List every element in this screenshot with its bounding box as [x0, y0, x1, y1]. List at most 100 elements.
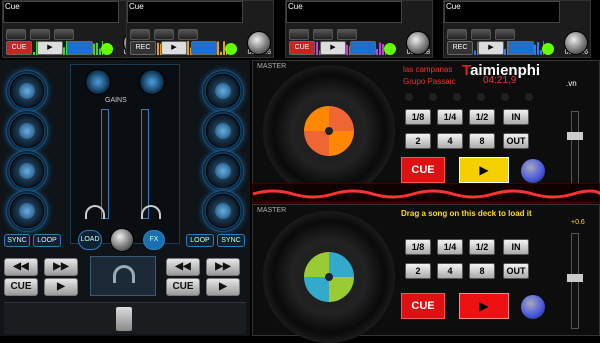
volume-fader-left[interactable]	[101, 109, 109, 219]
gain-knob[interactable]	[406, 31, 430, 55]
eq-knob[interactable]	[6, 190, 48, 232]
crossfader-track[interactable]	[4, 302, 246, 334]
eq-knob[interactable]	[6, 150, 48, 192]
sync-orb[interactable]	[521, 159, 545, 183]
mini-button[interactable]	[447, 29, 467, 40]
mini-button[interactable]	[154, 29, 174, 40]
headphone-icon[interactable]	[113, 265, 135, 283]
mini-button[interactable]	[6, 29, 26, 40]
loop-button[interactable]	[67, 41, 93, 55]
volume-fader-right[interactable]	[141, 109, 149, 219]
eq-knob[interactable]	[6, 70, 48, 112]
mini-waveform[interactable]: Cue 03:54.6	[127, 1, 271, 56]
play-button[interactable]: ▶	[320, 41, 346, 55]
loop-out-button[interactable]: OUT	[503, 263, 529, 279]
cue-button[interactable]: CUE	[166, 278, 200, 296]
fastforward-button[interactable]: ▶▶	[206, 258, 240, 276]
cue-button[interactable]: CUE	[6, 41, 32, 55]
mini-button[interactable]	[337, 29, 357, 40]
mini-waveform[interactable]: Cue 03:53.8	[286, 1, 430, 56]
eq-knob[interactable]	[202, 150, 244, 192]
headphone-icon[interactable]	[141, 205, 161, 219]
loop-button[interactable]	[350, 41, 376, 55]
loop-out-button[interactable]: OUT	[503, 133, 529, 149]
hotcue-dot[interactable]	[477, 93, 485, 101]
mini-button[interactable]	[471, 29, 491, 40]
waveform-overview[interactable]	[252, 183, 600, 203]
play-button[interactable]: ▶	[206, 278, 240, 296]
play-button[interactable]: ▶	[37, 41, 63, 55]
play-button[interactable]: ▶	[161, 41, 187, 55]
pitch-fader[interactable]	[567, 233, 583, 329]
eq-knob[interactable]	[6, 110, 48, 152]
gain-knob-right[interactable]	[139, 69, 165, 95]
turntable-a[interactable]	[263, 65, 395, 197]
mini-waveform[interactable]: Cue 03:53.9	[3, 1, 147, 56]
mini-waveform[interactable]: Cue 03:53.6	[444, 1, 588, 56]
pitch-handle[interactable]	[567, 132, 583, 140]
loop-8[interactable]: 8	[469, 133, 495, 149]
rewind-button[interactable]: ◀◀	[166, 258, 200, 276]
rec-button[interactable]: REC	[130, 41, 156, 55]
loop-1-8[interactable]: 1/8	[405, 239, 431, 255]
sync-button[interactable]: SYNC	[217, 234, 245, 247]
loop-1-2[interactable]: 1/2	[469, 239, 495, 255]
loop-button[interactable]: LOOP	[33, 234, 61, 247]
loop-in-button[interactable]: IN	[503, 239, 529, 255]
crossfader-handle[interactable]	[116, 307, 132, 331]
turntable-b[interactable]	[263, 211, 395, 343]
loop-in-button[interactable]: IN	[503, 109, 529, 125]
rewind-button[interactable]: ◀◀	[4, 258, 38, 276]
fx-button[interactable]: FX	[143, 230, 165, 250]
gain-knob[interactable]	[564, 31, 588, 55]
mini-button[interactable]	[289, 29, 309, 40]
play-button[interactable]: ▶	[459, 293, 509, 319]
gain-knob-left[interactable]	[85, 69, 111, 95]
sync-orb[interactable]	[521, 295, 545, 319]
loop-1-4[interactable]: 1/4	[437, 109, 463, 125]
mini-button[interactable]	[178, 29, 198, 40]
loop-1-4[interactable]: 1/4	[437, 239, 463, 255]
cue-button[interactable]: CUE	[401, 157, 445, 183]
pitch-handle[interactable]	[567, 274, 583, 282]
load-button[interactable]: LOAD	[78, 230, 102, 250]
loop-4[interactable]: 4	[437, 263, 463, 279]
play-button[interactable]: ▶	[478, 41, 504, 55]
crossfader-knob[interactable]	[110, 228, 134, 252]
loop-1-2[interactable]: 1/2	[469, 109, 495, 125]
mini-button[interactable]	[54, 29, 74, 40]
gain-knob[interactable]	[247, 31, 271, 55]
pitch-fader[interactable]	[567, 111, 583, 191]
loop-4[interactable]: 4	[437, 133, 463, 149]
loop-8[interactable]: 8	[469, 263, 495, 279]
hotcue-dot[interactable]	[429, 93, 437, 101]
rec-button[interactable]: REC	[447, 41, 473, 55]
cue-button[interactable]: CUE	[4, 278, 38, 296]
fastforward-button[interactable]: ▶▶	[44, 258, 78, 276]
hotcue-dot[interactable]	[525, 93, 533, 101]
mini-button[interactable]	[313, 29, 333, 40]
status-dot[interactable]	[225, 43, 237, 55]
loop-button[interactable]	[508, 41, 534, 55]
mini-button[interactable]	[130, 29, 150, 40]
headphone-icon[interactable]	[85, 205, 105, 219]
loop-button[interactable]: LOOP	[186, 234, 214, 247]
play-button[interactable]: ▶	[459, 157, 509, 183]
loop-2[interactable]: 2	[405, 263, 431, 279]
hotcue-dot[interactable]	[405, 93, 413, 101]
loop-button[interactable]	[191, 41, 217, 55]
status-dot[interactable]	[384, 43, 396, 55]
loop-2[interactable]: 2	[405, 133, 431, 149]
play-button[interactable]: ▶	[44, 278, 78, 296]
cue-button[interactable]: CUE	[401, 293, 445, 319]
status-dot[interactable]	[542, 43, 554, 55]
loop-1-8[interactable]: 1/8	[405, 109, 431, 125]
hotcue-dot[interactable]	[501, 93, 509, 101]
eq-knob[interactable]	[202, 70, 244, 112]
cue-button[interactable]: CUE	[289, 41, 315, 55]
status-dot[interactable]	[101, 43, 113, 55]
sync-button[interactable]: SYNC	[4, 234, 30, 247]
mini-button[interactable]	[495, 29, 515, 40]
eq-knob[interactable]	[202, 110, 244, 152]
mini-button[interactable]	[30, 29, 50, 40]
